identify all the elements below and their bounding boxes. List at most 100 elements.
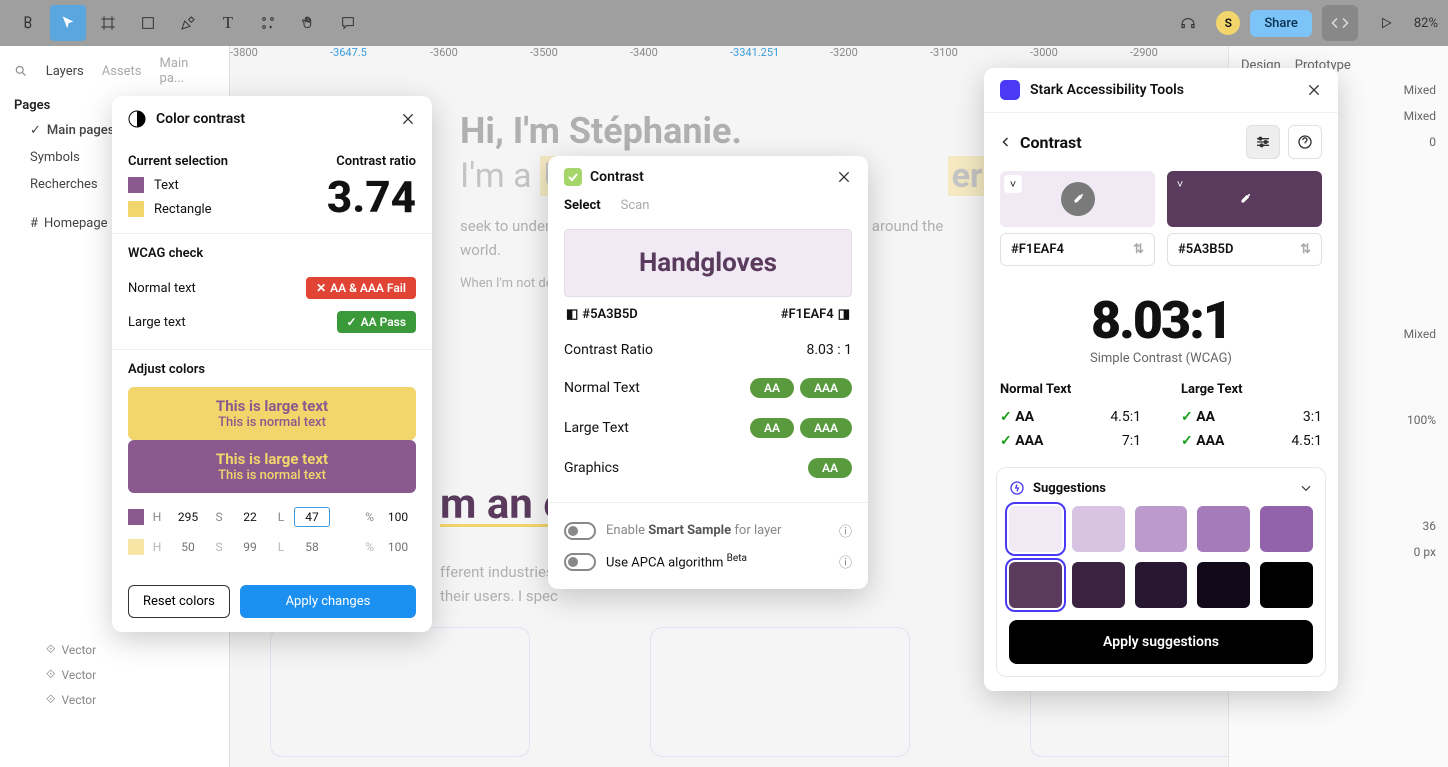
h-input[interactable]: 295 — [170, 510, 206, 524]
text-tool[interactable]: T — [210, 5, 246, 41]
select-tab[interactable]: Select — [564, 198, 601, 213]
aaa-pill: AAA — [800, 418, 852, 438]
apply-suggestions-button[interactable]: Apply suggestions — [1009, 620, 1313, 664]
assets-tab[interactable]: Assets — [102, 64, 142, 79]
smart-sample-label: Enable Smart Sample for layer — [606, 523, 781, 538]
layer-item[interactable]: ⟐ Vector — [0, 687, 229, 712]
panel-title: Contrast — [590, 169, 644, 185]
large-text-head: Large Text — [1181, 382, 1322, 397]
close-button[interactable] — [1306, 82, 1322, 98]
stark-panel: Stark Accessibility Tools Contrast ˅ #F1… — [984, 68, 1338, 691]
reset-colors-button[interactable]: Reset colors — [128, 585, 230, 618]
zoom-level[interactable]: 82% — [1414, 16, 1438, 31]
hsl-row-yellow: H50 S99 L58 %100 — [128, 533, 416, 561]
suggestion-swatch[interactable] — [1009, 506, 1062, 552]
audio-icon[interactable] — [1170, 5, 1206, 41]
layers-tab[interactable]: Layers — [46, 64, 84, 79]
suggestions-section: Suggestions Apply suggestions — [996, 467, 1326, 677]
text-swatch — [128, 177, 144, 193]
normal-text-badge: ✕ AA & AAA Fail — [306, 277, 416, 299]
large-text-badge: ✓ AA Pass — [337, 311, 416, 333]
suggestion-swatch[interactable] — [1197, 562, 1250, 608]
page-selector[interactable]: Main pa... — [160, 56, 215, 86]
l-input[interactable]: 58 — [294, 540, 330, 554]
suggestion-swatch[interactable] — [1260, 506, 1313, 552]
suggestion-swatch[interactable] — [1135, 506, 1188, 552]
layer-item[interactable]: ⟐ Vector — [0, 662, 229, 687]
hsl-row-purple: H295 S22 L47 %100 — [128, 501, 416, 533]
shape-tool[interactable] — [130, 5, 166, 41]
scan-tab[interactable]: Scan — [621, 198, 650, 213]
apca-label: Use APCA algorithm Beta — [606, 553, 747, 570]
foreground-hex[interactable]: ◧ #5A3B5D — [566, 307, 638, 322]
avatar[interactable]: S — [1216, 11, 1240, 35]
eyedropper-icon[interactable] — [1061, 182, 1095, 216]
hand-tool[interactable] — [290, 5, 326, 41]
search-icon[interactable] — [14, 64, 28, 78]
contrast-ratio-label: Contrast ratio — [336, 154, 416, 169]
suggestion-swatch[interactable] — [1135, 562, 1188, 608]
section-title: Contrast — [1020, 133, 1238, 152]
help-icon[interactable]: ⓘ — [839, 521, 852, 540]
settings-button[interactable] — [1246, 125, 1280, 159]
close-button[interactable] — [400, 111, 416, 127]
normal-text-label: Normal text — [128, 281, 196, 296]
help-button[interactable] — [1288, 125, 1322, 159]
chevron-down-icon[interactable] — [1299, 481, 1313, 495]
present-button[interactable] — [1368, 5, 1404, 41]
contrast-ratio-value: 8.03 : 1 — [807, 342, 853, 358]
stark-logo-icon — [1000, 80, 1020, 100]
normal-text-head: Normal Text — [1000, 382, 1141, 397]
frame-tool[interactable] — [90, 5, 126, 41]
panel-title: Stark Accessibility Tools — [1030, 82, 1184, 98]
share-button[interactable]: Share — [1250, 10, 1312, 37]
preview-purple-bg: This is large text This is normal text — [128, 440, 416, 493]
s-input[interactable]: 22 — [232, 510, 268, 524]
contrast-ratio-label: Contrast Ratio — [564, 342, 653, 358]
graphics-row: Graphics — [564, 460, 619, 476]
smart-sample-toggle[interactable] — [564, 522, 596, 540]
move-tool[interactable] — [50, 5, 86, 41]
preview-yellow-bg: This is large text This is normal text — [128, 387, 416, 440]
wcag-check-label: WCAG check — [128, 246, 203, 261]
foreground-color-picker[interactable]: ˅ #F1EAF4⇅ — [1000, 171, 1155, 266]
layer-item[interactable]: ⟐ Vector — [0, 637, 229, 662]
comment-tool[interactable] — [330, 5, 366, 41]
background-hex[interactable]: #F1EAF4 ◨ — [781, 307, 850, 322]
plugin-logo-icon — [128, 110, 146, 128]
color-contrast-panel: Color contrast Current selection Contras… — [112, 96, 432, 632]
suggestion-swatch[interactable] — [1260, 562, 1313, 608]
pen-tool[interactable] — [170, 5, 206, 41]
contrast-method-label: Simple Contrast (WCAG) — [984, 351, 1338, 366]
h-input[interactable]: 50 — [170, 540, 206, 554]
top-toolbar: T S Share 82% — [0, 0, 1448, 46]
contrast-ratio-value: 3.74 — [327, 171, 416, 223]
suggestion-swatch[interactable] — [1009, 562, 1062, 608]
panel-title: Color contrast — [156, 111, 245, 127]
eyedropper-icon[interactable] — [1228, 182, 1262, 216]
background-color-picker[interactable]: ˅ #5A3B5D⇅ — [1167, 171, 1322, 266]
back-button[interactable] — [1000, 136, 1012, 148]
suggestion-swatch[interactable] — [1072, 506, 1125, 552]
suggestion-swatch[interactable] — [1197, 506, 1250, 552]
aaa-pill: AAA — [800, 378, 852, 398]
resources-tool[interactable] — [250, 5, 286, 41]
normal-text-row: Normal Text — [564, 380, 640, 396]
apca-toggle[interactable] — [564, 553, 596, 571]
sample-preview: Handgloves — [564, 229, 852, 297]
contrast-plugin-icon — [564, 168, 582, 186]
suggestion-swatch[interactable] — [1072, 562, 1125, 608]
aa-pill: AA — [750, 418, 794, 438]
close-button[interactable] — [836, 169, 852, 185]
figma-menu-button[interactable] — [10, 5, 46, 41]
contrast-panel: Contrast Select Scan Handgloves ◧ #5A3B5… — [548, 156, 868, 589]
adjust-colors-label: Adjust colors — [128, 362, 205, 377]
contrast-ratio-value: 8.03:1 — [984, 290, 1338, 351]
dev-mode-toggle[interactable] — [1322, 5, 1358, 41]
help-icon[interactable]: ⓘ — [839, 552, 852, 571]
l-input[interactable]: 47 — [294, 507, 330, 527]
apply-changes-button[interactable]: Apply changes — [240, 585, 416, 618]
large-text-row: Large Text — [564, 420, 629, 436]
suggestions-icon — [1009, 480, 1025, 496]
s-input[interactable]: 99 — [232, 540, 268, 554]
